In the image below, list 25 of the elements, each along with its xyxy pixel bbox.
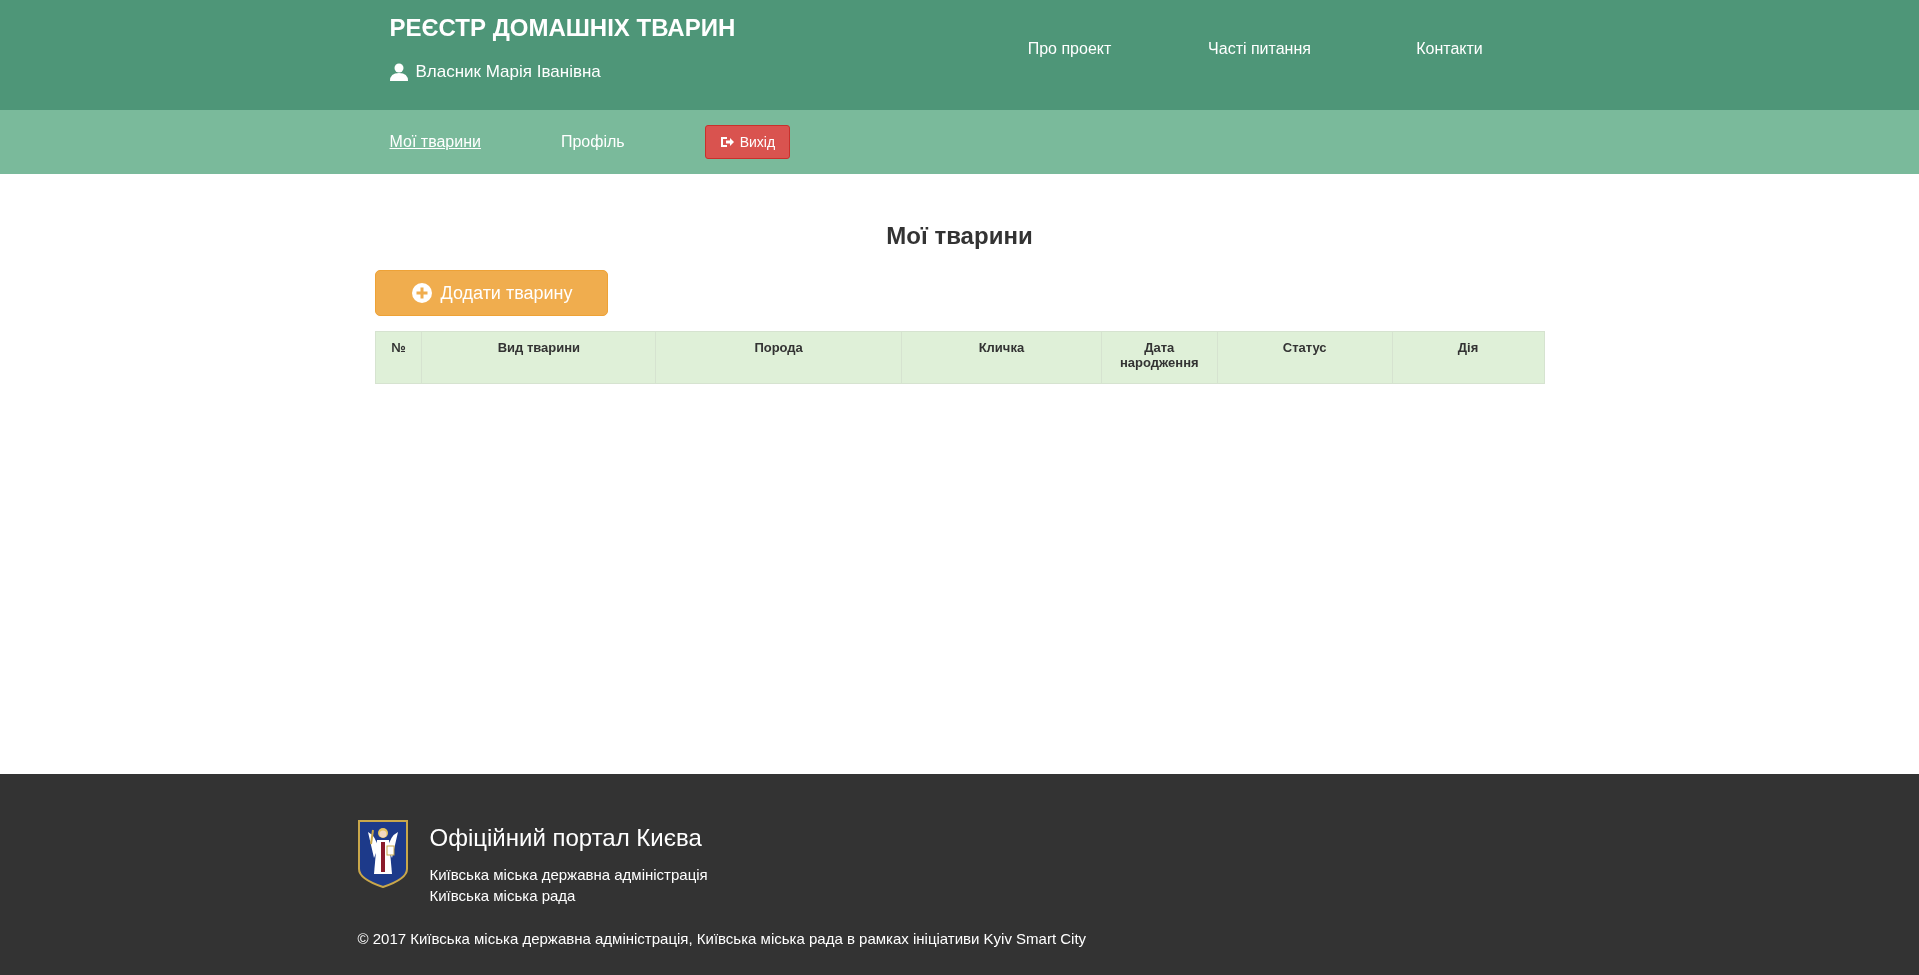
- nav-link[interactable]: Контакти: [1354, 40, 1545, 82]
- coat-of-arms-drawing: [357, 820, 408, 888]
- copyright-text: © 2017 Київська міська державна адміністрація, Київська міська рада в рамках ініціативи Kyiv Smart City: [357, 930, 1088, 947]
- page-heading: Мої тварини: [885, 222, 1034, 250]
- add-animal-button[interactable]: Додати тварину: [374, 270, 608, 316]
- column-header: №: [375, 331, 422, 384]
- logout-icon: [719, 136, 734, 148]
- sub-nav-link[interactable]: Мої тварини: [389, 133, 481, 151]
- nav-link[interactable]: Часті питання: [1164, 40, 1355, 82]
- column-header: Дата народження: [1101, 331, 1218, 384]
- column-header: Статус: [1217, 331, 1393, 384]
- column-header: Кличка: [901, 331, 1102, 384]
- footer-text: Київська міська державна адміністрація: [429, 865, 708, 885]
- plus-circle-icon: [411, 283, 432, 303]
- column-header: Дія: [1392, 331, 1544, 384]
- site-title[interactable]: РЕЄСТР ДОМАШНІХ ТВАРИН: [389, 14, 940, 42]
- nav-link[interactable]: Про проект: [974, 40, 1165, 82]
- column-header: Порода: [655, 331, 902, 384]
- footer-text: Київська міська рада: [429, 886, 577, 906]
- sub-nav-link[interactable]: Профіль: [560, 133, 625, 151]
- column-header: Вид тварини: [421, 331, 656, 384]
- logout-button[interactable]: Вихід: [704, 125, 791, 159]
- user-icon: [389, 63, 408, 81]
- footer-title: Офіційний портал Києва: [429, 824, 703, 852]
- user-name: Власник Марія Іванівна: [415, 62, 601, 82]
